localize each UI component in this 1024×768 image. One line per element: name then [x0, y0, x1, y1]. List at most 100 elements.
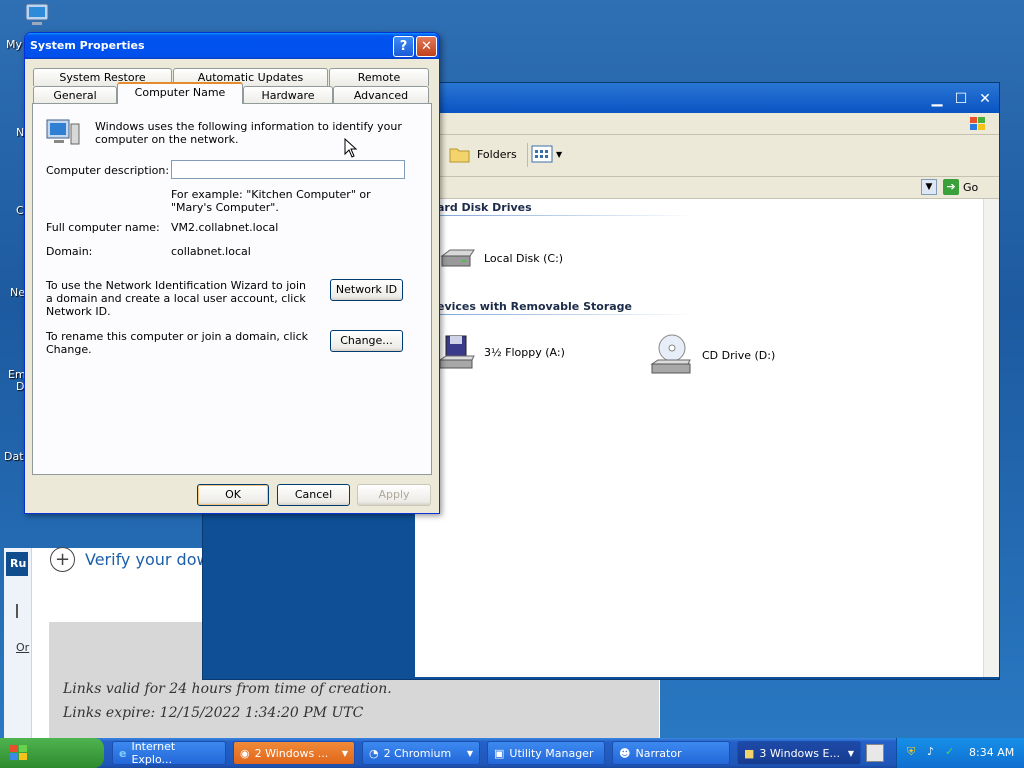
domain-value: collabnet.local [171, 245, 251, 258]
narrator-icon: ☻ [619, 746, 631, 760]
toolbar-divider [527, 143, 528, 167]
tab-computer-name[interactable]: Computer Name [117, 82, 243, 104]
views-grid-icon [531, 145, 553, 163]
section-divider [437, 215, 697, 216]
chevron-down-icon: ▼ [341, 748, 348, 758]
desktop-label-ne[interactable]: Ne [10, 286, 25, 299]
tab-advanced[interactable]: Advanced [333, 86, 429, 104]
dialog-titlebar[interactable]: System Properties [25, 33, 439, 59]
system-tray: ⛨ ♪ ✓ 8:34 AM [896, 738, 1024, 768]
chromium-icon: ◔ [369, 746, 379, 760]
speaker-icon[interactable]: ♪ [927, 745, 934, 758]
links-valid-text: Links valid for 24 hours from time of cr… [63, 681, 392, 697]
close-icon[interactable]: ✕ [975, 89, 995, 109]
folder-icon [449, 148, 470, 163]
mouse-cursor-icon [344, 138, 358, 158]
taskbar-item-label: Narrator [635, 746, 682, 760]
verify-heading[interactable]: + Verify your down [50, 547, 220, 572]
full-computer-name-value: VM2.collabnet.local [171, 221, 279, 234]
section-removable-storage: evices with Removable Storage [437, 300, 633, 313]
taskbar-item-windows-group[interactable]: ◉ 2 Windows ... ▼ [233, 741, 355, 765]
drive-label: Local Disk (C:) [484, 251, 564, 265]
network-id-button[interactable]: Network ID [330, 279, 403, 301]
go-arrow-icon: ➔ [943, 179, 959, 195]
computer-description-input[interactable] [171, 160, 405, 179]
desktop-label-c[interactable]: C [16, 204, 24, 217]
close-icon[interactable]: ✕ [416, 36, 437, 57]
system-properties-dialog: System Properties ? ✕ System Restore Aut… [24, 32, 440, 514]
desktop-label-n[interactable]: N [16, 126, 24, 139]
example-text: For example: "Kitchen Computer" or "Mary… [171, 188, 371, 214]
chevron-down-icon: ▼ [847, 748, 854, 758]
plus-circle-icon[interactable]: + [50, 547, 75, 572]
taskbar-item-label: Utility Manager [509, 746, 594, 760]
drive-local-disk[interactable]: Local Disk (C:) [438, 238, 563, 278]
address-bar: ▼ ➔ Go [439, 177, 999, 199]
network-icon[interactable]: ✓ [945, 745, 954, 758]
go-button[interactable]: ➔ Go [943, 179, 978, 195]
keyboard-icon[interactable] [866, 744, 884, 762]
tab-remote[interactable]: Remote [329, 68, 429, 86]
verify-heading-text: Verify your down [85, 550, 220, 569]
go-label: Go [963, 180, 979, 194]
drive-cd[interactable]: CD Drive (D:) [650, 332, 775, 378]
section-divider [437, 314, 697, 315]
cd-drive-icon [650, 334, 691, 374]
security-shield-icon[interactable]: ⛨ [907, 745, 915, 759]
explorer-toolbar: Folders ▼ [439, 135, 999, 177]
run-label[interactable]: Ru [6, 552, 28, 576]
taskbar-item-windows-explorer[interactable]: ■ 3 Windows E... ▼ [737, 741, 861, 765]
drive-label: 3½ Floppy (A:) [484, 345, 565, 359]
drive-floppy[interactable]: 3½ Floppy (A:) [438, 332, 565, 372]
address-dropdown-icon[interactable]: ▼ [921, 179, 937, 195]
ok-button[interactable]: OK [197, 484, 269, 506]
windows-logo-icon [10, 745, 27, 760]
cancel-button[interactable]: Cancel [277, 484, 350, 506]
chevron-down-icon: ▼ [466, 748, 473, 758]
taskbar-item-label: 2 Windows ... [254, 746, 329, 760]
taskbar-item-internet-explorer[interactable]: e Internet Explo... [112, 740, 226, 766]
intro-text: Windows uses the following information t… [95, 120, 402, 146]
links-expire-text: Links expire: 12/15/2022 1:34:20 PM UTC [63, 705, 364, 721]
explorer-menubar [439, 113, 999, 135]
maximize-icon[interactable]: ☐ [951, 89, 971, 109]
folders-label: Folders [477, 147, 517, 161]
folder-icon: ■ [744, 746, 755, 760]
taskbar-item-label: 3 Windows E... [759, 746, 840, 760]
views-dropdown-icon[interactable]: ▼ [556, 150, 562, 159]
full-computer-name-label: Full computer name: [46, 221, 160, 234]
tab-hardware[interactable]: Hardware [243, 86, 333, 104]
list-icon [16, 604, 26, 618]
clock-time[interactable]: 8:34 AM [969, 746, 1014, 759]
dialog-title: System Properties [30, 39, 145, 52]
rename-text: To rename this computer or join a domain… [46, 330, 308, 356]
taskbar-item-utility-manager[interactable]: ▣ Utility Manager [487, 741, 605, 765]
taskbar-item-narrator[interactable]: ☻ Narrator [612, 741, 730, 765]
start-button[interactable] [0, 738, 104, 768]
minimize-icon[interactable]: ▁ [927, 89, 947, 109]
tab-general[interactable]: General [33, 86, 117, 104]
desktop-label-my[interactable]: My [6, 38, 22, 51]
explorer-scrollbar[interactable] [983, 199, 999, 677]
apply-button[interactable]: Apply [357, 484, 431, 506]
ie-icon: e [119, 746, 127, 760]
hard-disk-icon [440, 249, 475, 267]
views-button[interactable]: ▼ [531, 145, 562, 163]
change-button[interactable]: Change... [330, 330, 403, 352]
domain-label: Domain: [46, 245, 93, 258]
taskbar-item-chromium[interactable]: ◔ 2 Chromium ▼ [362, 741, 480, 765]
computer-name-panel: Windows uses the following information t… [32, 103, 432, 475]
computer-network-icon [46, 119, 80, 145]
media-icon: ◉ [240, 746, 250, 760]
utility-manager-icon: ▣ [494, 746, 505, 760]
folders-button[interactable]: Folders [449, 145, 517, 163]
taskbar: e Internet Explo... ◉ 2 Windows ... ▼ ◔ … [0, 738, 1024, 768]
section-hard-disk-drives: ard Disk Drives [437, 201, 532, 214]
taskbar-item-label: 2 Chromium [383, 746, 452, 760]
side-link[interactable]: Or [16, 641, 29, 654]
network-id-text: To use the Network Identification Wizard… [46, 279, 307, 318]
taskbar-item-label: Internet Explo... [131, 740, 176, 766]
windows-flag-icon [970, 117, 985, 130]
help-icon[interactable]: ? [393, 36, 414, 57]
my-computer-icon[interactable] [22, 2, 52, 28]
